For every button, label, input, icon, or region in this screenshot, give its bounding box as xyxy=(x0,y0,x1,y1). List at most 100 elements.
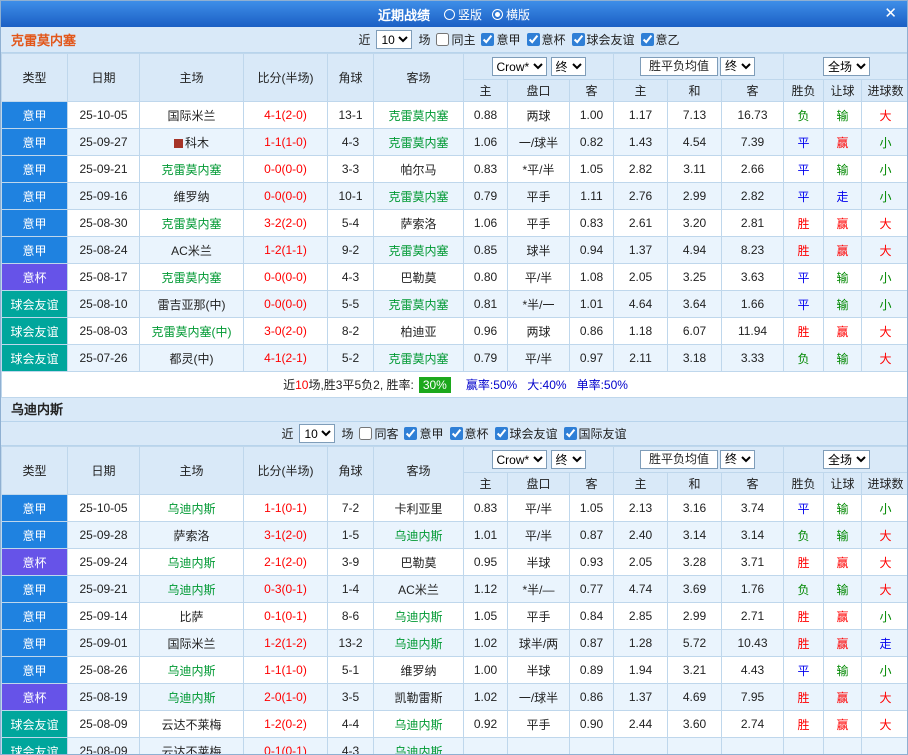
handicap: 球半 xyxy=(507,236,570,264)
filter-checkbox[interactable]: 球会友谊 xyxy=(494,425,558,442)
final-odds-select[interactable]: 终 xyxy=(720,56,756,76)
filter-checkbox[interactable]: 同主 xyxy=(436,31,475,48)
avg-odds-label[interactable]: 胜平负均值 xyxy=(640,450,719,470)
layout-option[interactable]: 横版 xyxy=(492,6,530,23)
match-date: 25-09-14 xyxy=(67,602,140,630)
layout-option[interactable]: 竖版 xyxy=(443,6,482,23)
checkbox-input[interactable] xyxy=(436,33,450,46)
lose-odds: 3.71 xyxy=(721,548,785,576)
games-label: 场 xyxy=(341,427,354,441)
avg-odds-label[interactable]: 胜平负均值 xyxy=(640,57,719,77)
team-name-text: 乌迪内斯 xyxy=(167,582,216,597)
filter-checkbox[interactable]: 国际友谊 xyxy=(563,425,627,442)
lose-odds: 3.63 xyxy=(721,263,785,291)
match-date: 25-09-01 xyxy=(67,629,140,657)
filter-checkbox[interactable]: 意乙 xyxy=(640,31,680,48)
goals-result: 大 xyxy=(861,209,907,237)
match-row: 意甲 25-09-27 科木 1-1(1-0) 4-3 克雷莫内塞 1.06 一/球半 0.82… xyxy=(1,128,907,156)
handicap-result: 输 xyxy=(823,521,863,549)
col-subheader: 主 xyxy=(613,79,669,102)
checkbox-input[interactable] xyxy=(449,427,463,440)
result: 平 xyxy=(783,656,825,684)
bookmaker-select[interactable]: Crow* xyxy=(491,57,547,76)
lose-odds: 4.43 xyxy=(721,656,785,684)
summary-count: 10 xyxy=(295,378,309,392)
lose-odds: 2.82 xyxy=(721,182,785,210)
score: 1-1(1-0) xyxy=(243,656,328,684)
lose-odds: 1.66 xyxy=(721,290,785,318)
goals-result: 大 xyxy=(861,101,907,129)
bookmaker-select[interactable]: Crow* xyxy=(491,450,547,469)
goals-result: 小 xyxy=(861,182,907,210)
filter-checkbox[interactable]: 同客 xyxy=(359,425,398,442)
corners: 1-5 xyxy=(327,521,374,549)
final-odds-select[interactable]: 终 xyxy=(550,450,586,469)
sections-container: 克雷莫内塞近 10 场同主 意甲 意杯 球会友谊 意乙 类型 日期 主场 比分(半场) 角球 客场 Cro… xyxy=(1,27,907,754)
scope-select[interactable]: 全场 xyxy=(823,450,871,469)
score: 4-1(2-1) xyxy=(243,344,328,372)
match-date: 25-08-09 xyxy=(67,710,140,738)
handicap: 平/半 xyxy=(507,494,570,522)
summary-row: 近10场,胜3平5负2, 胜率: 30% 赢率:50% 大:40% 单率:50% xyxy=(1,371,907,398)
filter-checkbox[interactable]: 意甲 xyxy=(404,425,444,442)
away-odds: 0.87 xyxy=(568,629,615,657)
league-badge: 意杯 xyxy=(1,683,68,711)
corners: 7-2 xyxy=(327,494,374,522)
scope-controls: 全场 xyxy=(783,446,907,473)
filter-checkbox[interactable]: 意杯 xyxy=(449,425,489,442)
match-row: 意甲 25-09-16 维罗纳 0-0(0-0) 10-1 克雷莫内塞 0.79 平手 1.11… xyxy=(1,182,907,210)
match-count-select[interactable]: 10 xyxy=(376,30,413,49)
score: 0-0(0-0) xyxy=(243,263,328,291)
col-subheader: 盘口 xyxy=(507,79,570,102)
home-odds: 1.01 xyxy=(463,521,508,549)
checkbox-input[interactable] xyxy=(571,33,585,46)
away-team: 巴勒莫 xyxy=(373,263,464,291)
team-name: 克雷莫内塞 xyxy=(11,33,77,48)
col-subheader: 和 xyxy=(667,472,723,495)
match-date: 25-10-05 xyxy=(67,101,140,129)
col-header: 客场 xyxy=(373,446,464,495)
col-header: 类型 xyxy=(1,446,68,495)
scope-select[interactable]: 全场 xyxy=(823,57,871,76)
match-row: 意甲 25-09-14 比萨 0-1(0-1) 8-6 乌迪内斯 1.05 平手 0.84 2.8… xyxy=(1,602,907,630)
handicap: *半/一 xyxy=(507,290,570,318)
filter-checkbox[interactable]: 球会友谊 xyxy=(571,31,635,48)
checkbox-input[interactable] xyxy=(494,427,508,440)
league-badge: 意甲 xyxy=(1,575,68,603)
final-odds-select[interactable]: 终 xyxy=(550,57,586,76)
team-name-text: 乌迪内斯 xyxy=(394,528,443,543)
win-odds: 2.44 xyxy=(613,710,669,738)
match-date: 25-09-21 xyxy=(67,155,140,183)
lose-odds: 2.74 xyxy=(721,710,785,738)
checkbox-label: 意杯 xyxy=(541,33,566,47)
final-odds-select[interactable]: 终 xyxy=(720,449,756,469)
filter-bar: 近 10 场 同主 意甲 意杯 球会友谊 意乙 xyxy=(131,30,907,49)
team-name-text: 比萨 xyxy=(179,609,204,624)
result: 负 xyxy=(783,344,825,372)
team-name-text: 克雷莫内塞(中) xyxy=(151,324,232,339)
match-row: 球会友谊 25-07-26 都灵(中) 4-1(2-1) 5-2 克雷莫内塞 0.79 平/半… xyxy=(1,344,907,372)
home-odds: 1.02 xyxy=(463,629,508,657)
close-icon[interactable]: ✕ xyxy=(884,1,897,27)
checkbox-input[interactable] xyxy=(404,427,418,440)
filter-checkbox[interactable]: 意甲 xyxy=(481,31,521,48)
handicap: 平/半 xyxy=(507,521,570,549)
away-odds: 1.05 xyxy=(568,494,615,522)
match-row: 意甲 25-09-01 国际米兰 1-2(1-2) 13-2 乌迪内斯 1.02 球半/两 0.… xyxy=(1,629,907,657)
team-name-text: 云达不莱梅 xyxy=(161,717,222,732)
match-count-select[interactable]: 10 xyxy=(299,424,336,443)
score: 2-0(1-0) xyxy=(243,683,328,711)
handicap-result: 赢 xyxy=(823,602,863,630)
layout-switch: 竖版 横版 xyxy=(443,6,530,23)
checkbox-input[interactable] xyxy=(481,33,495,46)
checkbox-input[interactable] xyxy=(526,33,540,46)
col-subheader: 主 xyxy=(613,472,669,495)
checkbox-input[interactable] xyxy=(640,33,654,46)
checkbox-input[interactable] xyxy=(359,427,373,440)
handicap-result: 输 xyxy=(823,575,863,603)
filter-bar: 近 10 场 同客 意甲 意杯 球会友谊 国际友谊 xyxy=(1,422,907,446)
checkbox-input[interactable] xyxy=(563,427,577,440)
league-badge: 意甲 xyxy=(1,236,68,264)
lose-odds: 3.14 xyxy=(721,521,785,549)
filter-checkbox[interactable]: 意杯 xyxy=(526,31,566,48)
